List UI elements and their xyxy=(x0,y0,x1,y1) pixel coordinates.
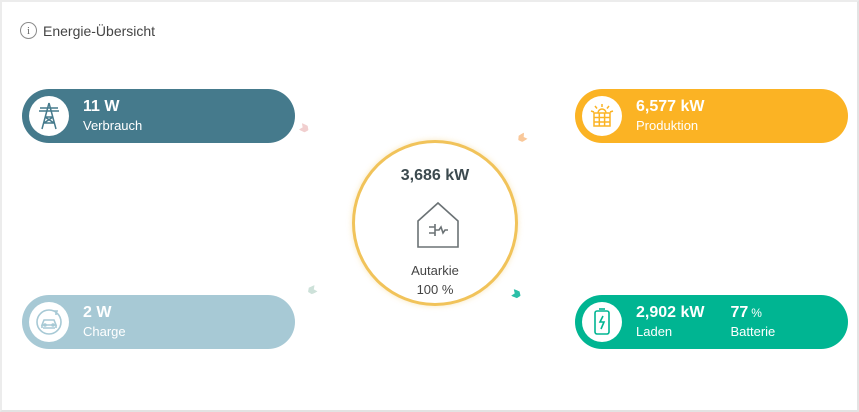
charge-pill[interactable]: 2 W Charge xyxy=(22,295,295,349)
solar-panel-icon xyxy=(582,96,622,136)
laden-pill[interactable]: 2,902 kW Laden 77% Batterie xyxy=(575,295,848,349)
flow-arrows-produktion: ‹‹‹‹‹ xyxy=(512,128,527,148)
card-title: Energie-Übersicht xyxy=(43,22,156,39)
produktion-value: 6,577 kW xyxy=(636,98,705,115)
flow-arrows-verbrauch: ››››› xyxy=(296,115,310,137)
verbrauch-value: 11 W xyxy=(83,98,120,115)
battery-label: Batterie xyxy=(730,324,776,339)
flow-arrows-charge: ‹‹‹‹‹ xyxy=(302,279,316,301)
produktion-pill[interactable]: 6,577 kW Produktion xyxy=(575,89,848,143)
verbrauch-label: Verbrauch xyxy=(83,118,143,133)
laden-label: Laden xyxy=(636,324,673,339)
autarkie-label: Autarkie xyxy=(411,263,459,278)
charge-value: 2 W xyxy=(83,304,112,321)
verbrauch-pill[interactable]: 11 W Verbrauch xyxy=(22,89,295,143)
battery-level-value: 77 xyxy=(730,304,749,321)
autarkie-percent: 100 % xyxy=(416,282,454,297)
energy-overview-card: i Energie-Übersicht 11 W Verbrauch 2 W C… xyxy=(0,0,859,412)
laden-value: 2,902 kW xyxy=(636,304,705,321)
battery-icon xyxy=(582,302,622,342)
car-charger-icon xyxy=(29,302,69,342)
power-pylon-icon xyxy=(29,96,69,136)
battery-level-unit: % xyxy=(751,306,762,320)
house-plug-icon xyxy=(414,199,462,258)
center-label-block: Autarkie 100 % xyxy=(355,261,515,299)
autarkie-circle[interactable]: 3,686 kW Autarkie 100 % xyxy=(352,140,518,306)
card-header: i Energie-Übersicht xyxy=(20,22,155,39)
produktion-label: Produktion xyxy=(636,118,699,133)
info-icon[interactable]: i xyxy=(20,22,37,39)
center-value: 3,686 kW xyxy=(400,167,470,184)
charge-label: Charge xyxy=(83,324,126,339)
